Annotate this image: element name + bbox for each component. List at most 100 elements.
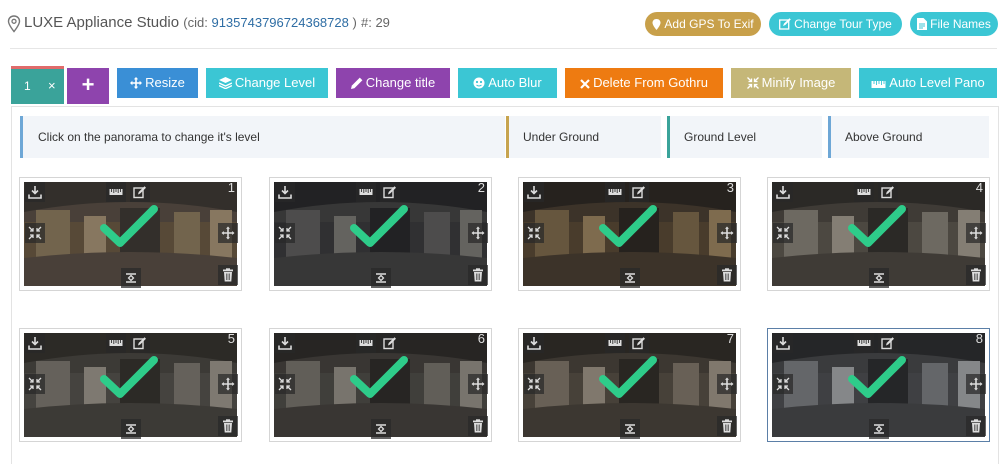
panorama-card[interactable]: 2	[269, 177, 492, 291]
times-icon	[580, 79, 590, 89]
compress-icon[interactable]	[25, 374, 45, 394]
panorama-number: 7	[726, 331, 734, 346]
download-icon[interactable]	[25, 333, 45, 353]
ruler-icon[interactable]	[356, 333, 376, 353]
trash-icon[interactable]	[218, 416, 238, 436]
header-divider	[10, 48, 997, 49]
map-pin-icon	[7, 15, 21, 33]
move-icon[interactable]	[468, 223, 488, 243]
change-level-icon[interactable]	[371, 419, 391, 439]
resize-button[interactable]: Resize	[117, 68, 198, 98]
move-icon[interactable]	[218, 374, 238, 394]
auto-blur-button[interactable]: Auto Blur	[458, 68, 557, 98]
cid-label: (cid: 9135743796724368728 )	[183, 15, 357, 30]
download-icon[interactable]	[524, 182, 544, 202]
panorama-card[interactable]: 8	[767, 328, 990, 442]
ruler-icon[interactable]	[854, 333, 874, 353]
edit-icon[interactable]	[878, 333, 898, 353]
level-ground[interactable]: Ground Level	[667, 116, 822, 158]
panorama-number: 4	[975, 180, 983, 195]
panorama-number: 3	[726, 180, 734, 195]
trash-icon[interactable]	[966, 265, 986, 285]
panorama-card[interactable]: 6	[269, 328, 492, 442]
change-level-icon[interactable]	[869, 419, 889, 439]
panorama-number: 8	[975, 331, 983, 346]
change-tour-type-button[interactable]: Change Tour Type	[769, 12, 902, 36]
panorama-card[interactable]: 5	[19, 328, 242, 442]
compress-icon[interactable]	[773, 374, 793, 394]
ruler-icon[interactable]	[356, 182, 376, 202]
level-hint: Click on the panorama to change it's lev…	[20, 116, 505, 158]
tab-close-icon[interactable]: ×	[48, 78, 56, 93]
map-marker-icon	[652, 19, 661, 30]
minify-image-button[interactable]: Minify Image	[731, 68, 851, 98]
level-above-ground[interactable]: Above Ground	[828, 116, 989, 158]
change-title-button[interactable]: Change title	[336, 68, 450, 98]
ruler-icon[interactable]	[605, 182, 625, 202]
panorama-card[interactable]: 3	[518, 177, 741, 291]
cid-link[interactable]: 9135743796724368728	[211, 15, 348, 30]
move-icon[interactable]	[717, 223, 737, 243]
download-icon[interactable]	[524, 333, 544, 353]
ruler-icon	[871, 81, 886, 88]
compress-icon[interactable]	[25, 223, 45, 243]
edit-icon[interactable]	[629, 182, 649, 202]
ruler-icon[interactable]	[605, 333, 625, 353]
panorama-number: 6	[477, 331, 485, 346]
compress-icon[interactable]	[524, 223, 544, 243]
check-icon	[599, 356, 657, 398]
change-level-button[interactable]: Change Level	[206, 68, 328, 98]
ruler-icon[interactable]	[854, 182, 874, 202]
move-icon[interactable]	[966, 374, 986, 394]
download-icon[interactable]	[275, 182, 295, 202]
file-names-button[interactable]: File Names	[910, 12, 998, 36]
edit-icon[interactable]	[130, 182, 150, 202]
edit-icon[interactable]	[380, 182, 400, 202]
change-level-icon[interactable]	[121, 268, 141, 288]
tab-1[interactable]: 1 ×	[11, 66, 64, 104]
compress-icon[interactable]	[524, 374, 544, 394]
change-level-icon[interactable]	[121, 419, 141, 439]
compress-icon[interactable]	[275, 223, 295, 243]
trash-icon[interactable]	[218, 265, 238, 285]
trash-icon[interactable]	[717, 416, 737, 436]
ruler-icon[interactable]	[106, 333, 126, 353]
edit-icon[interactable]	[629, 333, 649, 353]
delete-from-gothru-button[interactable]: Delete From Gothru	[565, 68, 723, 98]
compress-icon[interactable]	[773, 223, 793, 243]
change-level-icon[interactable]	[620, 419, 640, 439]
move-icon[interactable]	[468, 374, 488, 394]
trash-icon[interactable]	[468, 265, 488, 285]
compress-icon[interactable]	[275, 374, 295, 394]
edit-icon[interactable]	[878, 182, 898, 202]
download-icon[interactable]	[773, 182, 793, 202]
move-icon[interactable]	[717, 374, 737, 394]
panorama-card[interactable]: 7	[518, 328, 741, 442]
edit-icon[interactable]	[130, 333, 150, 353]
panorama-card[interactable]: 1	[19, 177, 242, 291]
download-icon[interactable]	[773, 333, 793, 353]
pencil-icon	[350, 77, 363, 89]
trash-icon[interactable]	[468, 416, 488, 436]
level-under-ground[interactable]: Under Ground	[506, 116, 661, 158]
ruler-icon[interactable]	[106, 182, 126, 202]
panorama-card[interactable]: 4	[767, 177, 990, 291]
page-title: LUXE Appliance Studio (cid: 913574379672…	[24, 14, 390, 31]
add-tab-button[interactable]: +	[67, 68, 109, 104]
add-gps-to-exif-button[interactable]: Add GPS To Exif	[645, 12, 761, 36]
trash-icon[interactable]	[966, 416, 986, 436]
panorama-number: 5	[227, 331, 235, 346]
panorama-number: 1	[227, 180, 235, 195]
change-level-icon[interactable]	[869, 268, 889, 288]
move-icon[interactable]	[218, 223, 238, 243]
edit-icon[interactable]	[380, 333, 400, 353]
change-level-icon[interactable]	[371, 268, 391, 288]
download-icon[interactable]	[275, 333, 295, 353]
auto-level-pano-button[interactable]: Auto Level Pano	[859, 68, 997, 98]
edit-icon	[779, 18, 791, 30]
change-level-icon[interactable]	[620, 268, 640, 288]
tab-number: 1	[24, 79, 31, 93]
trash-icon[interactable]	[717, 265, 737, 285]
move-icon[interactable]	[966, 223, 986, 243]
download-icon[interactable]	[25, 182, 45, 202]
